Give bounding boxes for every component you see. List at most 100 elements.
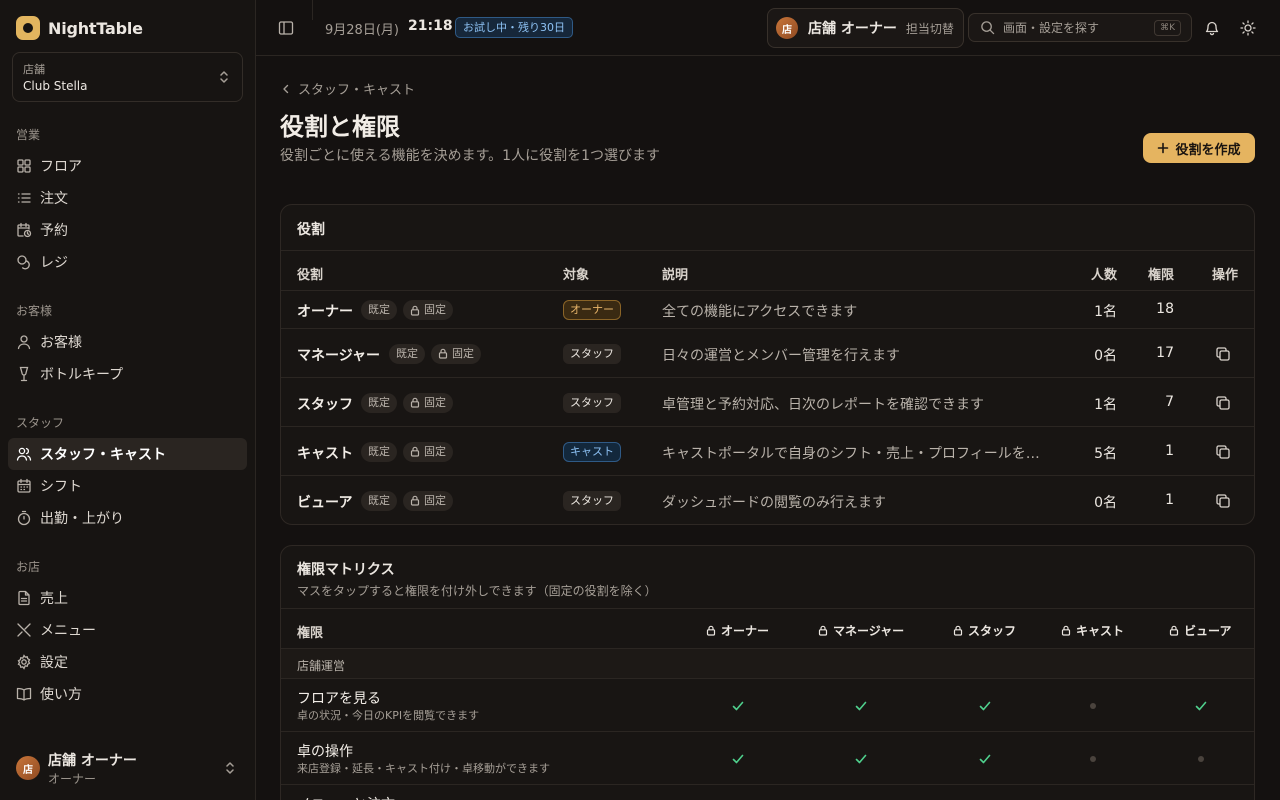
matrix-column-label: オーナー [721,624,770,638]
sidebar-item-label: スタッフ・キャスト [40,447,166,463]
check-icon [855,754,867,764]
store-switcher[interactable]: 店舗 Club Stella [12,52,243,102]
permission-granted-cell[interactable] [730,698,746,714]
sidebar-item-orders[interactable]: 注文 [8,182,247,214]
user-menu[interactable]: 店 店舗 オーナー オーナー [8,748,247,788]
permission-denied-cell[interactable] [1193,751,1209,767]
target-badge: オーナー [563,300,621,320]
col-description: 説明 [662,268,689,283]
bell-icon[interactable] [1204,20,1220,36]
owner-name: 店舗 オーナー [808,21,897,37]
empty-dot-icon [1090,703,1096,709]
sidebar-item-label: フロア [40,159,82,175]
sidebar-item-menu[interactable]: メニュー [8,614,247,646]
default-badge: 既定 [361,490,397,511]
sidebar-item-guide[interactable]: 使い方 [8,678,247,710]
sidebar-item-label: シフト [40,479,82,495]
sidebar-item-register[interactable]: レジ [8,246,247,278]
sidebar-toggle-icon[interactable] [278,20,294,36]
permission-count: 7 [1165,393,1174,410]
role-row[interactable]: スタッフ 既定 固定 スタッフ 卓管理と予約対応、日次のレポートを確認できます 1名 7 [281,378,1254,427]
chevron-updown-icon [220,71,228,83]
sidebar-item-staff-cast[interactable]: スタッフ・キャスト [8,438,247,470]
role-row[interactable]: オーナー 既定 固定 オーナー 全ての機能にアクセスできます 1名 18 [281,291,1254,329]
role-row[interactable]: マネージャー 既定 固定 スタッフ 日々の運営とメンバー管理を行えます 0名 17 [281,329,1254,378]
search-input[interactable]: 画面・設定を探す ⌘K [968,13,1192,42]
brand[interactable]: NightTable [16,14,143,42]
permission-count: 1 [1165,491,1174,508]
header-time: 21:18 [408,18,453,34]
sidebar-item-label: お客様 [40,335,82,351]
sidebar-item-settings[interactable]: 設定 [8,646,247,678]
store-label: 店舗 [23,63,45,76]
target-badge: スタッフ [563,392,621,413]
permission-description: 来店登録・延長・キャスト付け・卓移動ができます [297,762,550,775]
sidebar-item-customers[interactable]: お客様 [8,326,247,358]
user-icon [17,335,31,350]
permission-granted-cell[interactable] [1193,698,1209,714]
permission-denied-cell[interactable] [1085,751,1101,767]
locked-label: 固定 [424,493,446,507]
matrix-group-label: 店舗運営 [281,649,1254,679]
lock-icon [1169,625,1179,636]
sidebar-item-reservations[interactable]: 予約 [8,214,247,246]
header-divider [312,0,313,20]
breadcrumb[interactable]: スタッフ・キャスト [280,79,415,98]
permission-denied-cell[interactable] [1085,698,1101,714]
lock-icon [1061,625,1071,636]
sidebar-item-floor[interactable]: フロア [8,150,247,182]
trial-badge[interactable]: お試し中・残り30日 [455,17,573,38]
check-icon [979,754,991,764]
permission-granted-cell[interactable] [730,751,746,767]
role-name: キャスト [297,445,353,462]
col-count: 人数 [1090,268,1117,283]
lock-icon [410,397,420,408]
sidebar-item-label: 使い方 [40,687,82,703]
coins-icon [17,255,30,270]
permission-granted-cell[interactable] [853,698,869,714]
brand-logo-icon [16,16,40,40]
role-description: 全ての機能にアクセスできます [662,304,858,320]
empty-dot-icon [1198,756,1204,762]
lock-icon [953,625,963,636]
matrix-card-description: マスをタップすると権限を付け外しできます（固定の役割を除く） [297,584,657,598]
sidebar-item-label: 設定 [40,655,68,671]
duplicate-role-button[interactable] [1215,493,1231,509]
sidebar-item-sales[interactable]: 売上 [8,582,247,614]
duplicate-role-button[interactable] [1215,444,1231,460]
lock-icon [706,625,716,636]
roles-card-title: 役割 [297,222,325,238]
switch-label: 担当切替 [905,21,954,36]
sidebar-item-shifts[interactable]: シフト [8,470,247,502]
permission-count: 18 [1156,301,1174,317]
role-row[interactable]: キャスト 既定 固定 キャスト キャストポータルで自身のシフト・売上・プロフィールを確…… [281,427,1254,476]
target-badge: スタッフ [563,490,621,511]
nav-section-title: お店 [16,560,41,574]
header-date: 9月28日(月) [325,23,399,38]
sidebar-item-bottle-keep[interactable]: ボトルキープ [8,358,247,390]
matrix-column-label: スタッフ [968,624,1017,638]
matrix-column-header: オーナー [706,622,769,639]
permission-granted-cell[interactable] [977,751,993,767]
owner-switcher-button[interactable]: 店 店舗 オーナー 担当切替 [767,8,964,48]
check-icon [1195,701,1207,711]
list-icon [17,193,31,203]
duplicate-role-button[interactable] [1215,346,1231,362]
sidebar-item-attendance[interactable]: 出勤・上がり [8,502,247,534]
matrix-column-label: マネージャー [833,624,905,638]
permission-name: フロアを見る [297,691,381,707]
locked-label: 固定 [424,395,446,409]
lock-icon [410,305,420,316]
create-role-button[interactable]: 役割を作成 [1143,133,1255,163]
role-row[interactable]: ビューア 既定 固定 スタッフ ダッシュボードの閲覧のみ行えます 0名 1 [281,476,1254,524]
permission-granted-cell[interactable] [977,698,993,714]
default-badge: 既定 [361,441,397,462]
copy-icon [1216,346,1230,361]
permission-granted-cell[interactable] [853,751,869,767]
duplicate-role-button[interactable] [1215,395,1231,411]
permission-name: メニューと注文 [297,794,395,800]
permission-count: 1 [1165,442,1174,459]
sun-icon[interactable] [1240,20,1256,36]
locked-badge: 固定 [403,441,453,462]
nav-section-title: 営業 [16,128,41,142]
